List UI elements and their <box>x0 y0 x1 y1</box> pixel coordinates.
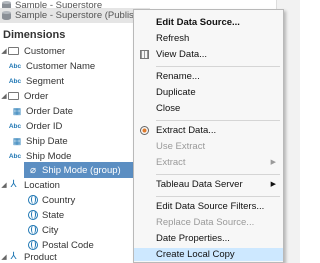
context-menu: Edit Data Source... Refresh View Data...… <box>133 9 284 263</box>
tree-label: Segment <box>26 75 65 87</box>
menu-item-label: Extract Data... <box>156 125 217 136</box>
hierarchy-product[interactable]: ◢ ⅄ Product <box>0 249 130 263</box>
tree-label: Customer <box>24 45 66 57</box>
menu-separator <box>156 196 280 197</box>
menu-item-extract[interactable]: Extract ▶ <box>134 156 283 169</box>
tree-label: Customer Name <box>26 60 96 72</box>
collapse-caret-icon[interactable]: ◢ <box>0 253 8 261</box>
tree-label: Order ID <box>26 120 63 132</box>
field-city[interactable]: City <box>0 222 130 238</box>
tree-label: Ship Mode <box>26 150 72 162</box>
folder-order[interactable]: ◢ Order <box>0 88 130 104</box>
submenu-arrow-icon: ▶ <box>270 159 276 166</box>
field-country[interactable]: Country <box>0 192 130 208</box>
hierarchy-icon: ⅄ <box>10 251 17 262</box>
menu-item-label: Duplicate <box>156 87 196 98</box>
menu-item-edit-data-source[interactable]: Edit Data Source... <box>134 16 283 29</box>
calendar-icon: ▦ <box>12 136 22 146</box>
menu-item-tableau-data-server[interactable]: Tableau Data Server ▶ <box>134 178 283 191</box>
menu-item-label: Create Local Copy <box>156 249 235 260</box>
field-segment[interactable]: Abc Segment <box>0 73 130 89</box>
collapse-caret-icon[interactable]: ◢ <box>0 181 8 189</box>
globe-icon <box>28 210 38 220</box>
extract-icon <box>140 126 149 135</box>
tree-label: State <box>42 209 65 221</box>
menu-item-label: Edit Data Source... <box>156 17 240 28</box>
dimensions-header: Dimensions <box>3 29 66 41</box>
menu-item-label: Extract <box>156 157 186 168</box>
data-source-name: Sample - Superstore (Published) <box>15 10 150 21</box>
tree-label: Order <box>24 90 49 102</box>
folder-icon <box>8 47 19 55</box>
menu-item-edit-data-source-filters[interactable]: Edit Data Source Filters... <box>134 200 283 213</box>
folder-customer[interactable]: ◢ Customer <box>0 43 130 59</box>
field-order-id[interactable]: Abc Order ID <box>0 118 130 134</box>
menu-item-date-properties[interactable]: Date Properties... <box>134 232 283 245</box>
tree-label: Order Date <box>26 105 73 117</box>
menu-item-label: Date Properties... <box>156 233 230 244</box>
collapse-caret-icon[interactable]: ◢ <box>0 47 8 55</box>
paperclip-icon: ⌀ <box>29 164 37 176</box>
tree-label: Product <box>24 251 57 263</box>
menu-item-close[interactable]: Close <box>134 102 283 115</box>
field-ship-date[interactable]: ▦ Ship Date <box>0 133 130 149</box>
submenu-arrow-icon: ▶ <box>270 181 276 188</box>
tree-label: Ship Date <box>26 135 68 147</box>
tree-label: Location <box>24 179 60 191</box>
tree-label: Ship Mode (group) <box>42 164 121 176</box>
string-type-icon: Abc <box>8 122 22 130</box>
field-state[interactable]: State <box>0 207 130 223</box>
menu-item-replace-data-source[interactable]: Replace Data Source... <box>134 216 283 229</box>
menu-separator <box>156 66 280 67</box>
tree-label: City <box>42 224 59 236</box>
globe-icon <box>28 195 38 205</box>
field-ship-mode-group[interactable]: ⌀ Ship Mode (group) <box>24 162 133 178</box>
menu-item-label: Refresh <box>156 33 190 44</box>
menu-separator <box>156 174 280 175</box>
field-customer-name[interactable]: Abc Customer Name <box>0 58 130 74</box>
menu-item-label: Edit Data Source Filters... <box>156 201 265 212</box>
menu-item-refresh[interactable]: Refresh <box>134 32 283 45</box>
string-type-icon: Abc <box>8 77 22 85</box>
menu-item-rename[interactable]: Rename... <box>134 70 283 83</box>
menu-item-create-local-copy[interactable]: Create Local Copy <box>134 248 283 261</box>
menu-item-label: View Data... <box>156 49 208 60</box>
string-type-icon: Abc <box>8 62 22 70</box>
menu-item-duplicate[interactable]: Duplicate <box>134 86 283 99</box>
string-type-icon: Abc <box>8 152 22 160</box>
menu-item-label: Use Extract <box>156 141 206 152</box>
menu-item-use-extract[interactable]: Use Extract <box>134 140 283 153</box>
globe-icon <box>28 225 38 235</box>
field-order-date[interactable]: ▦ Order Date <box>0 103 130 119</box>
menu-item-extract-data[interactable]: Extract Data... <box>134 124 283 137</box>
data-source-item-selected[interactable]: Sample - Superstore (Published) <box>0 8 150 23</box>
tree-label: Country <box>42 194 76 206</box>
menu-item-label: Close <box>156 103 181 114</box>
menu-item-label: Tableau Data Server <box>156 179 243 190</box>
menu-separator <box>156 120 280 121</box>
calendar-icon: ▦ <box>12 106 22 116</box>
hierarchy-icon: ⅄ <box>10 179 17 190</box>
menu-item-label: Rename... <box>156 71 200 82</box>
folder-icon <box>8 92 19 100</box>
hierarchy-location[interactable]: ◢ ⅄ Location <box>0 177 130 193</box>
menu-item-view-data[interactable]: View Data... <box>134 48 283 61</box>
collapse-caret-icon[interactable]: ◢ <box>0 92 8 100</box>
table-icon <box>140 50 149 59</box>
menu-item-label: Replace Data Source... <box>156 217 255 228</box>
database-icon <box>2 10 11 21</box>
